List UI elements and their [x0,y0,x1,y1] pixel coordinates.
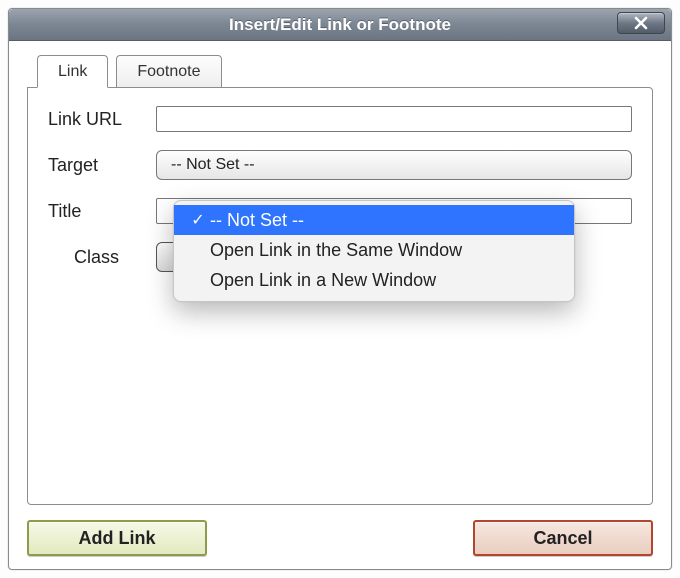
link-url-row: Link URL [48,106,632,132]
add-link-button-label: Add Link [79,528,156,549]
tab-panel-link: Link URL Target -- Not Set -- ✓ -- Not S… [27,87,653,505]
titlebar: Insert/Edit Link or Footnote [9,9,671,41]
insert-link-dialog: Insert/Edit Link or Footnote Link Footno… [8,8,672,570]
close-icon [633,15,649,31]
tab-strip: Link Footnote [27,55,653,88]
close-button[interactable] [617,12,665,34]
target-select-value: -- Not Set -- [171,156,255,173]
cancel-button[interactable]: Cancel [473,520,653,556]
target-option-new-window[interactable]: Open Link in a New Window [174,265,574,295]
target-option-label: -- Not Set -- [210,210,560,231]
target-option-not-set[interactable]: ✓ -- Not Set -- [174,205,574,235]
tab-footnote-label: Footnote [137,63,200,80]
title-label: Title [48,201,156,222]
dialog-title: Insert/Edit Link or Footnote [9,15,671,35]
target-dropdown: ✓ -- Not Set -- Open Link in the Same Wi… [173,200,575,302]
add-link-button[interactable]: Add Link [27,520,207,556]
class-label: Class [74,247,156,268]
dialog-body: Link Footnote Link URL Target -- Not Set… [9,41,671,519]
link-url-label: Link URL [48,109,156,130]
target-select[interactable]: -- Not Set -- [156,150,632,180]
link-url-input[interactable] [156,106,632,132]
check-icon: ✓ [186,210,210,230]
target-option-label: Open Link in the Same Window [210,240,560,261]
target-label: Target [48,155,156,176]
target-option-same-window[interactable]: Open Link in the Same Window [174,235,574,265]
tab-link-label: Link [58,63,87,80]
tab-link[interactable]: Link [37,55,108,88]
cancel-button-label: Cancel [533,528,592,549]
dialog-footer: Add Link Cancel [9,519,671,569]
tab-footnote[interactable]: Footnote [116,55,221,88]
target-option-label: Open Link in a New Window [210,270,560,291]
target-row: Target -- Not Set -- ✓ -- Not Set -- Ope… [48,150,632,180]
